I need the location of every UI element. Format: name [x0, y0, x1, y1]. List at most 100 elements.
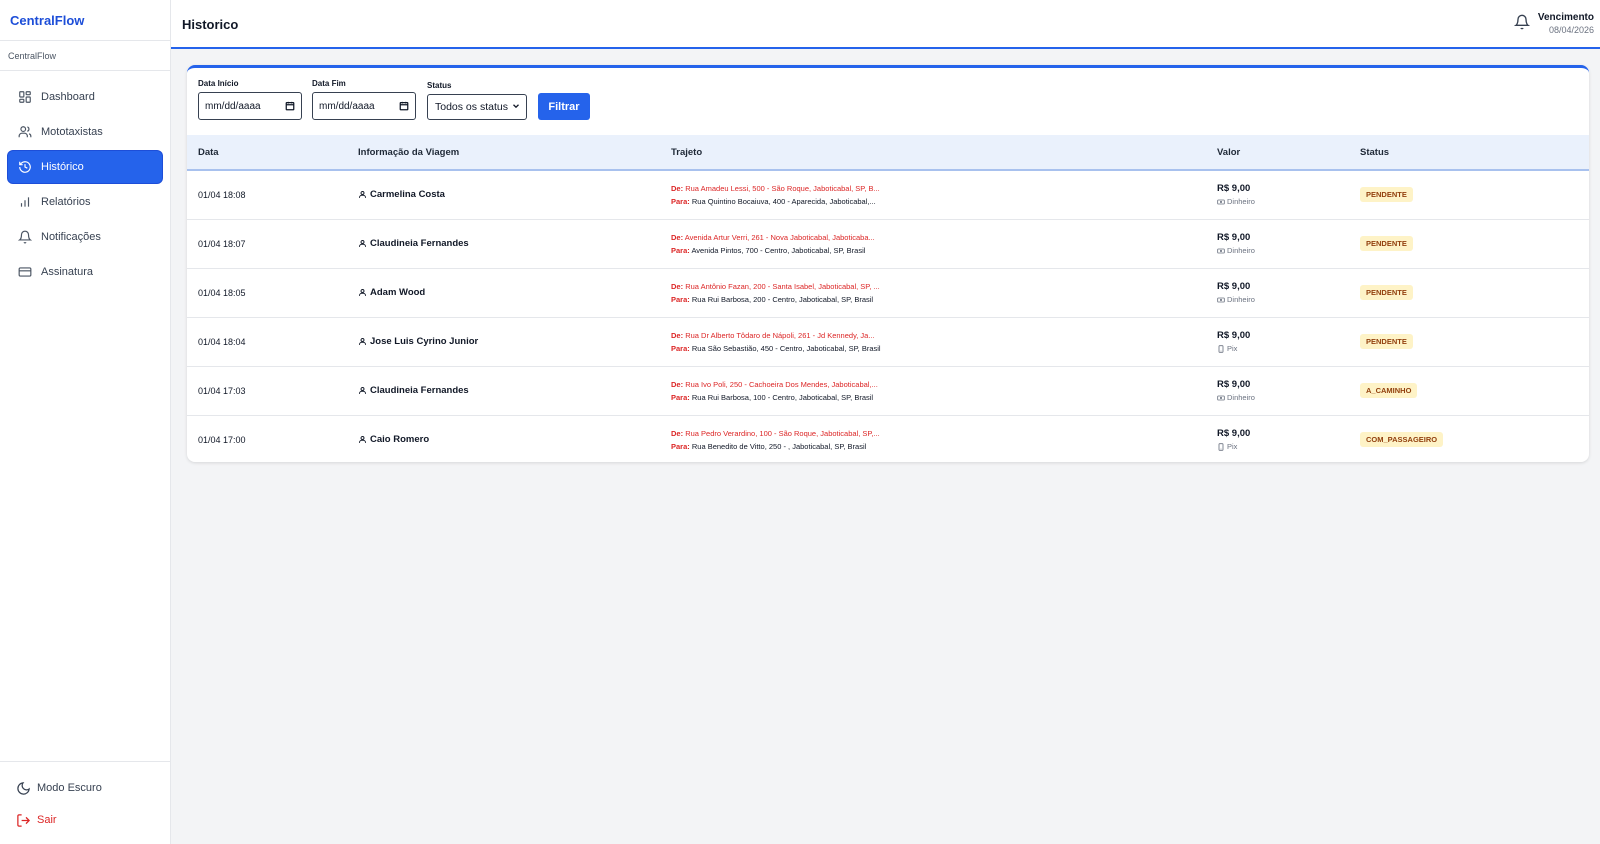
trip-date: 01/04 17:00 — [198, 434, 246, 445]
sidebar-item-assinatura[interactable]: Assinatura — [8, 256, 162, 288]
user-icon — [358, 386, 367, 395]
start-date-input[interactable]: mm/dd/aaaa — [198, 92, 302, 120]
table-row[interactable]: 01/04 18:08 Carmelina Costa De: Rua Amadeu… — [187, 170, 1589, 219]
table-row[interactable]: 01/04 17:00 Caio Romero De: Rua Pedro Vera… — [187, 415, 1589, 462]
sidebar-item-relatorios[interactable]: Relatórios — [8, 186, 162, 218]
payment-method: Pix — [1217, 344, 1349, 353]
from-prefix: De: — [671, 183, 684, 193]
route-from: De: Rua Antônio Fazan, 200 - Santa Isabe… — [671, 280, 1206, 293]
value-amount: R$ 9,00 — [1217, 330, 1251, 341]
sidebar-item-historico[interactable]: Histórico — [8, 151, 162, 183]
page-title: Historico — [182, 17, 239, 32]
column-header-valor[interactable]: Valor — [1206, 135, 1349, 170]
sidebar-footer: Modo Escuro Sair — [0, 761, 170, 844]
trip-route: De: Rua Pedro Verardino, 100 - São Roque… — [660, 415, 1206, 462]
user-icon — [358, 288, 367, 297]
value-amount: R$ 9,00 — [1217, 232, 1251, 243]
route-to: Para: Rua Benedito de Vitto, 250 - , Jab… — [671, 440, 1206, 453]
calendar-icon[interactable] — [285, 101, 295, 111]
moon-icon — [16, 781, 31, 796]
cash-icon — [1217, 296, 1225, 304]
passenger-name: Claudineia Fernandes — [370, 238, 469, 249]
phone-icon — [1217, 344, 1225, 353]
from-prefix: De: — [671, 281, 684, 291]
passenger-name: Jose Luis Cyrino Junior — [370, 336, 479, 347]
value-amount: R$ 9,00 — [1217, 281, 1251, 292]
phone-icon — [1217, 443, 1225, 451]
table-header-row: Data Informação da Viagem Trajeto Valor … — [187, 135, 1589, 170]
logout-icon — [16, 813, 31, 828]
column-header-status[interactable]: Status — [1349, 135, 1589, 170]
trip-date: 01/04 18:05 — [198, 287, 246, 298]
notification-bell-icon[interactable] — [1513, 13, 1531, 31]
due-date: 08/04/2026 — [1548, 25, 1594, 35]
dark-mode-toggle[interactable]: Modo Escuro — [0, 772, 170, 804]
sidebar-item-label: Mototaxistas — [41, 126, 103, 138]
trip-status: PENDENTE — [1349, 170, 1589, 219]
sidebar-item-dashboard[interactable]: Dashboard — [8, 81, 162, 113]
trip-status: PENDENTE — [1349, 219, 1589, 268]
payment-method: Dinheiro — [1217, 393, 1349, 402]
table-body: 01/04 18:08 Carmelina Costa De: Rua Amadeu… — [187, 170, 1589, 462]
table-row[interactable]: 01/04 18:07 Claudineia Fernandes De: Aveni… — [187, 219, 1589, 268]
to-prefix: Para: — [671, 343, 690, 353]
status-select[interactable]: Todos os status — [427, 94, 527, 120]
sidebar-nav: Dashboard Mototaxistas Histórico Relatór… — [0, 71, 170, 288]
from-prefix: De: — [671, 379, 684, 389]
table-row[interactable]: 01/04 17:03 Claudineia Fernandes De: Rua I… — [187, 366, 1589, 415]
logout-button[interactable]: Sair — [0, 804, 170, 836]
cash-icon — [1217, 247, 1225, 255]
column-header-trajeto[interactable]: Trajeto — [660, 135, 1206, 170]
table-row[interactable]: 01/04 18:05 Adam Wood De: Rua Antônio Faza… — [187, 268, 1589, 317]
filter-button[interactable]: Filtrar — [538, 93, 590, 120]
passenger-name: Caio Romero — [370, 434, 430, 446]
route-from: De: Rua Pedro Verardino, 100 - São Roque… — [671, 427, 1206, 440]
value-amount: R$ 9,00 — [1217, 379, 1251, 390]
payment-label: Pix — [1227, 344, 1238, 353]
end-date-value: mm/dd/aaaa — [319, 100, 375, 112]
sidebar-item-label: Assinatura — [41, 266, 93, 278]
start-date-value: mm/dd/aaaa — [205, 100, 261, 112]
grid-icon — [18, 90, 32, 104]
brand-logo[interactable]: CentralFlow — [0, 0, 170, 41]
trip-date: 01/04 18:04 — [198, 336, 246, 347]
column-header-info[interactable]: Informação da Viagem — [347, 135, 660, 170]
from-prefix: De: — [671, 428, 684, 438]
from-address: Rua Dr Alberto Tôdaro de Nápoli, 261 - J… — [685, 330, 875, 340]
passenger-name: Claudineia Fernandes — [370, 385, 469, 396]
from-address: Rua Ivo Poli, 250 - Cachoeira Dos Mendes… — [685, 379, 878, 389]
cash-icon — [1217, 198, 1225, 206]
status-badge: PENDENTE — [1360, 334, 1413, 349]
cash-icon — [1217, 394, 1225, 402]
payment-method: Pix — [1217, 442, 1349, 451]
column-header-data[interactable]: Data — [187, 135, 347, 170]
end-date-input[interactable]: mm/dd/aaaa — [312, 92, 416, 120]
route-from: De: Rua Amadeu Lessi, 500 - São Roque, J… — [671, 182, 1206, 195]
status-badge: PENDENTE — [1360, 187, 1413, 203]
start-date-group: Data Início mm/dd/aaaa — [198, 79, 302, 120]
trip-date: 01/04 18:07 — [198, 238, 246, 249]
passenger-name: Adam Wood — [370, 287, 426, 298]
trip-route: De: Rua Ivo Poli, 250 - Cachoeira Dos Me… — [660, 366, 1206, 415]
table-row[interactable]: 01/04 18:04 Jose Luis Cyrino Junior De: Ru… — [187, 317, 1589, 366]
end-date-group: Data Fim mm/dd/aaaa — [312, 79, 416, 120]
dark-mode-label: Modo Escuro — [37, 782, 102, 794]
sidebar-item-label: Notificações — [41, 231, 101, 243]
from-prefix: De: — [671, 232, 684, 242]
sidebar-item-mototaxistas[interactable]: Mototaxistas — [8, 116, 162, 148]
payment-label: Dinheiro — [1227, 246, 1255, 255]
trip-info: Jose Luis Cyrino Junior — [347, 317, 660, 366]
subscription-due: Vencimento 08/04/2026 — [1538, 12, 1594, 35]
status-badge: COM_PASSAGEIRO — [1360, 432, 1444, 448]
trip-info: Carmelina Costa — [347, 170, 660, 219]
users-icon — [18, 125, 32, 139]
payment-method: Dinheiro — [1217, 295, 1349, 304]
calendar-icon[interactable] — [399, 101, 409, 111]
sidebar-item-notificacoes[interactable]: Notificações — [8, 221, 162, 253]
sidebar-item-label: Dashboard — [41, 91, 95, 103]
trip-route: De: Rua Antônio Fazan, 200 - Santa Isabe… — [660, 268, 1206, 317]
credit-card-icon — [18, 265, 32, 279]
to-address: Rua Benedito de Vitto, 250 - , Jaboticab… — [691, 441, 867, 451]
from-prefix: De: — [671, 330, 684, 340]
trip-date: 01/04 17:03 — [198, 385, 246, 396]
